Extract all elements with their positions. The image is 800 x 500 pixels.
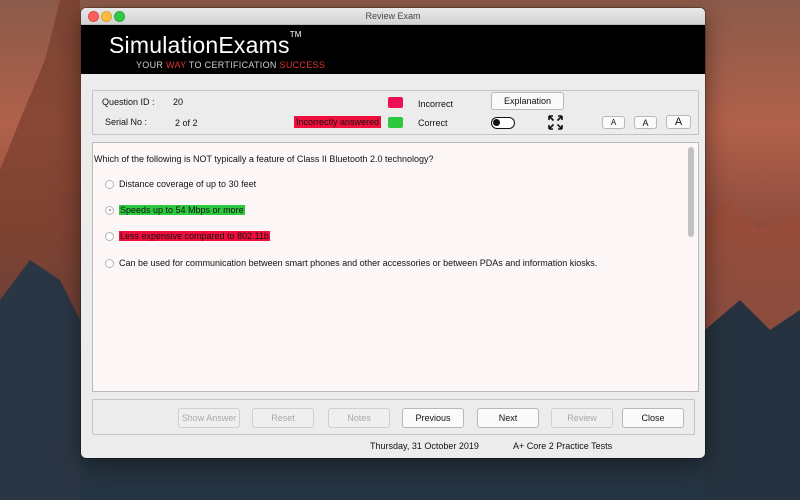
trademark-mark: TM <box>289 30 302 39</box>
footer-app-name: A+ Core 2 Practice Tests <box>513 441 613 451</box>
notes-button[interactable]: Notes <box>328 408 390 428</box>
show-answer-button[interactable]: Show Answer <box>178 408 240 428</box>
serial-no-label: Serial No : <box>105 117 148 127</box>
answer-option-1[interactable]: Distance coverage of up to 30 feet <box>105 178 256 190</box>
window-minimize-button[interactable] <box>101 11 112 22</box>
window-title: Review Exam <box>365 11 421 21</box>
question-id-label: Question ID : <box>102 97 155 107</box>
scrollbar-thumb[interactable] <box>688 147 694 237</box>
toggle-knob <box>493 119 500 126</box>
question-text: Which of the following is NOT typically … <box>94 154 434 164</box>
option-text: Distance coverage of up to 30 feet <box>119 179 257 189</box>
navigation-bar: Show Answer Reset Notes Previous Next Re… <box>92 399 695 435</box>
highlight-toggle-switch[interactable] <box>491 117 515 129</box>
question-info-panel: Question ID : 20 Serial No : 2 of 2 Inco… <box>92 90 699 135</box>
correct-legend-label: Correct <box>418 118 448 128</box>
tagline-part-highlight: WAY <box>166 60 187 70</box>
review-exam-window: Review Exam SimulationExamsTM YOUR WAY T… <box>81 8 705 458</box>
brand-logo: SimulationExamsTM <box>109 30 302 59</box>
incorrect-legend-swatch <box>388 97 403 108</box>
font-size-large-button[interactable]: A <box>666 115 691 129</box>
incorrect-legend-label: Incorrect <box>418 99 454 109</box>
option-text: Can be used for communication between sm… <box>119 258 598 268</box>
tagline-part: TO CERTIFICATION <box>186 60 280 70</box>
next-button[interactable]: Next <box>477 408 539 428</box>
footer-date: Thursday, 31 October 2019 <box>370 441 479 451</box>
brand-banner: SimulationExamsTM YOUR WAY TO CERTIFICAT… <box>81 25 705 74</box>
font-size-medium-button[interactable]: A <box>634 116 657 129</box>
question-content-area: Which of the following is NOT typically … <box>92 142 699 392</box>
serial-no-value: 2 of 2 <box>175 118 198 128</box>
title-bar: Review Exam <box>81 8 705 25</box>
answer-option-2[interactable]: Speeds up to 54 Mbps or more <box>105 204 245 216</box>
option-text-correct: Speeds up to 54 Mbps or more <box>119 205 245 215</box>
review-button[interactable]: Review <box>551 408 613 428</box>
reset-button[interactable]: Reset <box>252 408 314 428</box>
previous-button[interactable]: Previous <box>402 408 464 428</box>
option-radio[interactable] <box>105 179 114 189</box>
close-button[interactable]: Close <box>622 408 684 428</box>
brand-tagline: YOUR WAY TO CERTIFICATION SUCCESS <box>136 60 325 70</box>
brand-name: SimulationExams <box>109 32 290 58</box>
tagline-part: YOUR <box>136 60 167 70</box>
fullscreen-icon[interactable] <box>548 115 563 130</box>
tagline-part-highlight: SUCCESS <box>279 60 326 70</box>
answer-status-badge: Incorrectly answered <box>294 116 382 128</box>
option-text-incorrect: Less expensive compared to 802.11b <box>119 231 270 241</box>
question-id-value: 20 <box>173 97 184 107</box>
vertical-scrollbar[interactable] <box>688 147 694 385</box>
font-size-small-button[interactable]: A <box>602 116 625 129</box>
explanation-button[interactable]: Explanation <box>491 92 564 110</box>
window-zoom-button[interactable] <box>114 11 125 22</box>
option-radio[interactable] <box>105 258 114 268</box>
answer-option-3[interactable]: Less expensive compared to 802.11b <box>105 230 270 242</box>
answer-option-4[interactable]: Can be used for communication between sm… <box>105 257 597 269</box>
correct-legend-swatch <box>388 117 403 128</box>
option-radio[interactable] <box>105 231 114 241</box>
option-radio-selected[interactable] <box>105 205 114 215</box>
window-close-button[interactable] <box>88 11 99 22</box>
